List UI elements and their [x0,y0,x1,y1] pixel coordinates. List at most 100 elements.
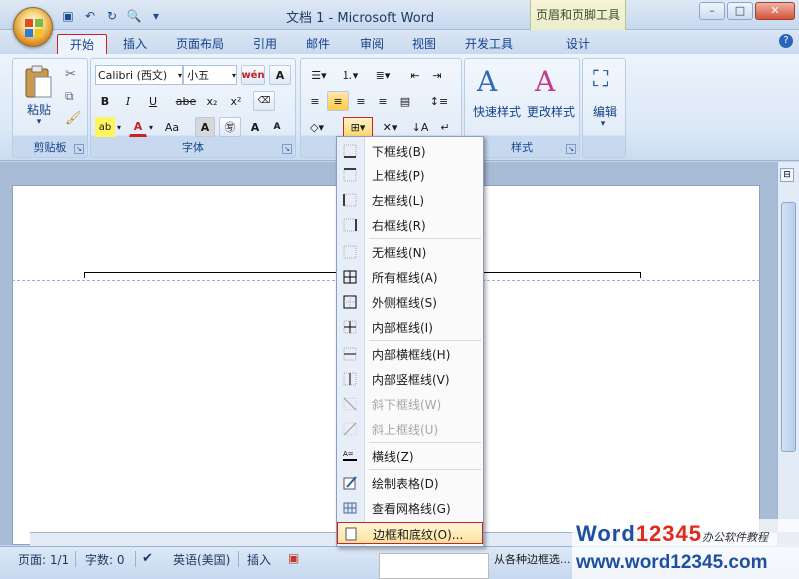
styles-launcher-icon[interactable]: ↘ [566,144,576,154]
shrink-font-button[interactable]: A [267,117,287,137]
print-preview-icon[interactable]: 🔍 [126,8,142,24]
page-count[interactable]: 页面: 1/1 [18,551,69,568]
tab-view[interactable]: 视图 [404,34,444,54]
tab-review[interactable]: 审阅 [352,34,392,54]
menu-item-draw-table[interactable]: 绘制表格(D) [337,472,483,494]
menu-item-inside-vertical[interactable]: 内部竖框线(V) [337,368,483,390]
macro-record-icon[interactable]: ▣ [288,551,299,565]
bold-button[interactable]: B [95,91,115,111]
quick-styles-label[interactable]: 快速样式 [469,103,525,120]
customize-qat-icon[interactable]: ▾ [148,8,164,24]
align-right-icon[interactable]: ≡ [351,91,371,111]
menu-item-borders-and-shading[interactable]: 边框和底纹(O)... [337,522,483,544]
clipboard-launcher-icon[interactable]: ↘ [74,144,84,154]
change-styles-label[interactable]: 更改样式 [523,103,579,120]
align-left-icon[interactable]: ≡ [305,91,325,111]
font-launcher-icon[interactable]: ↘ [282,144,292,154]
paste-icon[interactable] [23,65,53,99]
font-name-select[interactable]: Calibri (西文) ▾ [95,65,183,85]
menu-item-bottom-border[interactable]: 下框线(B) [337,140,483,162]
phonetic-guide-button[interactable]: wén [241,65,265,85]
menu-item-no-border[interactable]: 无框线(N) [337,241,483,263]
menu-item-all-borders[interactable]: 所有框线(A) [337,266,483,288]
language-indicator[interactable]: 英语(美国) [173,551,230,568]
borders-dropdown-button[interactable]: ⊞▾ [343,117,373,137]
editing-dropdown-icon[interactable]: ▾ [595,119,611,129]
menu-item-label: 左框线(L) [372,194,425,208]
ruler-toggle-icon[interactable]: ⊟ [780,168,794,182]
underline-button[interactable]: U [141,91,165,111]
enclose-char-button[interactable]: ㊢ [219,117,241,137]
menu-item-inside-borders[interactable]: 内部框线(I) [337,316,483,338]
menu-item-top-border[interactable]: 上框线(P) [337,164,483,186]
editing-label[interactable]: 编辑 [585,103,625,120]
quick-styles-icon[interactable]: A [477,65,497,98]
word-count[interactable]: 字数: 0 [85,551,125,568]
minimize-button[interactable]: – [699,2,725,20]
font-color-icon[interactable]: A [129,117,147,137]
justify-icon[interactable]: ≡ [373,91,393,111]
italic-button[interactable]: I [118,91,138,111]
chinese-layout-icon[interactable]: ✕▾ [377,117,403,137]
help-icon[interactable]: ? [779,34,793,48]
insert-mode[interactable]: 插入 [247,551,271,568]
tab-developer[interactable]: 开发工具 [458,34,520,54]
clear-format-button[interactable]: ⌫ [253,91,275,111]
format-painter-icon[interactable]: 🖌 [65,111,82,126]
distributed-icon[interactable]: ▤ [395,91,415,111]
scroll-thumb[interactable] [781,202,796,452]
menu-item-label: 所有框线(A) [372,271,438,285]
menu-item-label: 内部框线(I) [372,321,433,335]
tab-home[interactable]: 开始 [57,34,107,54]
strikethrough-button[interactable]: abe [173,91,199,111]
line-spacing-icon[interactable]: ↕≡ [425,91,453,111]
char-border-button[interactable]: A [269,65,291,85]
numbering-icon[interactable]: ⒈▾ [335,65,365,85]
change-styles-icon[interactable]: A [535,65,555,98]
grow-font-button[interactable]: A [245,117,265,137]
show-marks-icon[interactable]: ↵ [435,117,455,137]
menu-item-horizontal-line[interactable]: A= 横线(Z) [337,445,483,467]
menu-item-inside-horizontal[interactable]: 内部横框线(H) [337,343,483,365]
increase-indent-icon[interactable]: ⇥ [427,65,447,85]
copy-icon[interactable]: ⧉ [65,89,74,104]
tab-insert[interactable]: 插入 [115,34,155,54]
font-size-select[interactable]: 小五 ▾ [183,65,237,85]
multilevel-list-icon[interactable]: ≣▾ [367,65,399,85]
maximize-button[interactable]: □ [727,2,753,20]
tab-page-layout[interactable]: 页面布局 [170,34,230,54]
shading-icon[interactable]: ◇▾ [305,117,329,137]
highlight-icon[interactable]: ab [95,117,115,137]
redo-icon[interactable]: ↻ [104,8,120,24]
proofing-icon[interactable]: ✔ [142,551,153,566]
find-binoculars-icon[interactable]: ⛶ [593,67,608,92]
inside-borders-icon [343,320,357,334]
menu-item-view-gridlines[interactable]: 查看网格线(G) [337,497,483,519]
save-icon[interactable]: ▣ [60,8,76,24]
char-shading-button[interactable]: A [195,117,215,137]
align-center-icon[interactable]: ≡ [327,91,349,111]
tab-references[interactable]: 引用 [245,34,285,54]
sort-icon[interactable]: ↓A [409,117,431,137]
superscript-button[interactable]: x² [225,91,247,111]
change-case-button[interactable]: Aa [159,117,185,137]
menu-item-right-border[interactable]: 右框线(R) [337,214,483,236]
office-button[interactable] [13,7,53,47]
close-button[interactable]: ✕ [755,2,795,20]
paste-dropdown-icon[interactable]: ▾ [31,117,47,127]
bullets-icon[interactable]: ☰▾ [305,65,333,85]
subscript-button[interactable]: x₂ [201,91,223,111]
menu-item-outside-borders[interactable]: 外侧框线(S) [337,291,483,313]
highlight-dropdown-icon[interactable]: ▾ [115,117,123,137]
vertical-scrollbar[interactable] [777,162,799,532]
undo-icon[interactable]: ↶ [82,8,98,24]
paste-label[interactable]: 粘贴 [21,101,57,118]
menu-item-left-border[interactable]: 左框线(L) [337,189,483,211]
font-color-dropdown-icon[interactable]: ▾ [147,117,155,137]
window-controls: – □ ✕ [699,2,795,20]
menu-item-label: 外侧框线(S) [372,296,437,310]
decrease-indent-icon[interactable]: ⇤ [405,65,425,85]
cut-icon[interactable]: ✂ [65,67,76,82]
tab-design[interactable]: 设计 [556,34,600,54]
tab-mailings[interactable]: 邮件 [298,34,338,54]
